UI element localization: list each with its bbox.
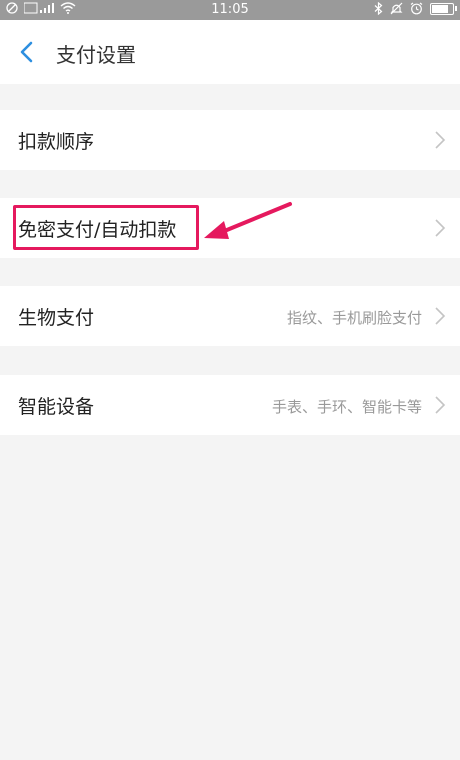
menu-item-value: 指纹、手机刷脸支付 [286,309,422,327]
menu-item-label: 免密支付/自动扣款 [18,219,177,241]
bluetooth-icon [374,2,383,15]
battery-icon [430,2,457,15]
chevron-right-icon [435,219,446,237]
status-right [374,2,457,15]
menu-item-smart-devices[interactable]: 智能设备 手表、手环、智能卡等 [0,375,460,435]
chevron-right-icon [435,307,446,325]
chevron-left-icon[interactable] [16,40,40,64]
page-title: 支付设置 [56,43,136,67]
menu-item-label: 生物支付 [18,307,95,329]
menu-item-label: 智能设备 [18,396,95,418]
mute-icon [390,2,403,15]
menu-item-value: 手表、手环、智能卡等 [271,398,422,416]
chevron-right-icon [435,131,446,149]
header-bar: 支付设置 [0,20,460,84]
menu-item-biometric-payment[interactable]: 生物支付 指纹、手机刷脸支付 [0,286,460,346]
menu-item-deduction-order[interactable]: 扣款顺序 [0,110,460,170]
menu-item-label: 扣款顺序 [18,131,95,153]
status-bar: 11:05 [0,0,460,20]
alarm-icon [410,2,423,15]
annotation-arrow [204,202,292,239]
battery-fill [432,4,448,13]
chevron-right-icon [435,396,446,414]
